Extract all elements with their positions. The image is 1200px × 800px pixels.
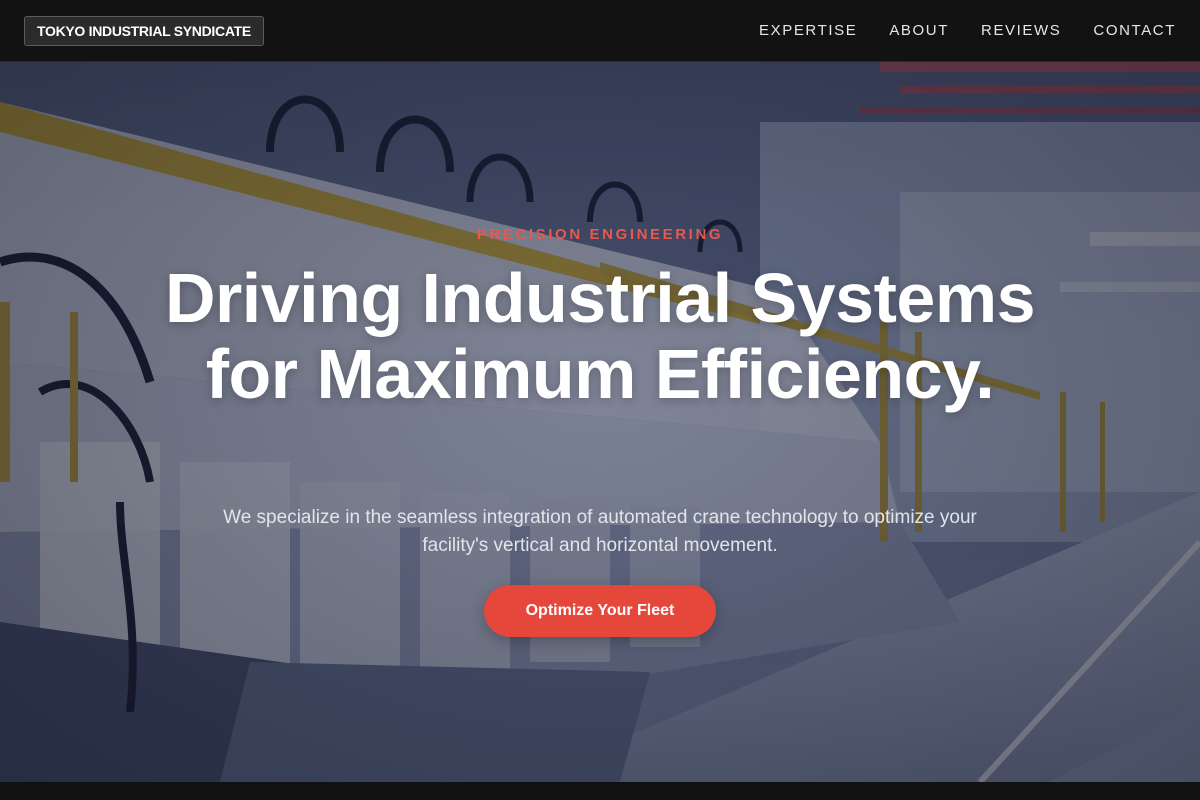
hero-section: PRECISION ENGINEERING Driving Industrial… [0, 62, 1200, 782]
site-header: TOKYO INDUSTRIAL SYNDICATE EXPERTISE ABO… [0, 0, 1200, 62]
nav-link-contact[interactable]: CONTACT [1093, 22, 1176, 39]
hero-eyebrow: PRECISION ENGINEERING [476, 226, 724, 243]
next-section-edge [0, 782, 1200, 800]
hero-subtext: We specialize in the seamless integratio… [223, 507, 977, 556]
nav-link-expertise[interactable]: EXPERTISE [759, 22, 857, 39]
hero-content: PRECISION ENGINEERING Driving Industrial… [0, 62, 1200, 782]
main-nav: EXPERTISE ABOUT REVIEWS CONTACT [759, 22, 1176, 39]
nav-link-about[interactable]: ABOUT [889, 22, 949, 39]
hero-headline: Driving Industrial Systems for Maximum E… [164, 259, 1036, 413]
optimize-fleet-button[interactable]: Optimize Your Fleet [484, 585, 716, 637]
brand-logo[interactable]: TOKYO INDUSTRIAL SYNDICATE [24, 15, 264, 46]
nav-link-reviews[interactable]: REVIEWS [981, 22, 1061, 39]
